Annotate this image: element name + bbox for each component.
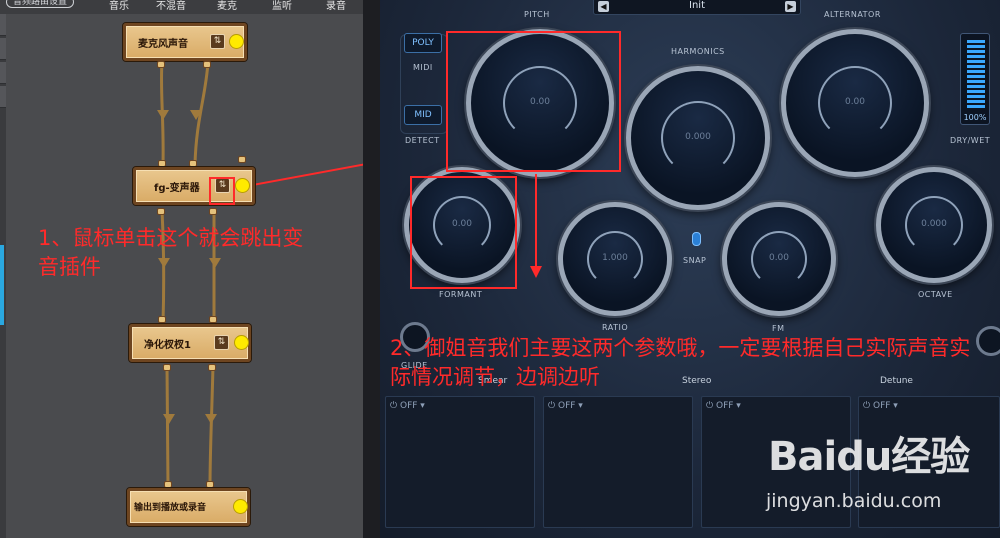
watermark-url: jingyan.baidu.com bbox=[766, 490, 942, 512]
node-label: 麦克风声音 bbox=[138, 39, 188, 50]
output-port[interactable] bbox=[208, 364, 216, 371]
highlight-box bbox=[209, 177, 235, 205]
node-label: fg-变声器 bbox=[154, 183, 200, 194]
node-status-dot[interactable] bbox=[229, 34, 244, 49]
input-port[interactable] bbox=[206, 481, 214, 488]
output-port[interactable] bbox=[157, 208, 165, 215]
baidu-watermark: Baidu经验 jingyan.baidu.com bbox=[746, 424, 992, 524]
output-port[interactable] bbox=[157, 61, 165, 68]
input-port[interactable] bbox=[238, 156, 246, 163]
input-port[interactable] bbox=[158, 316, 166, 323]
output-port[interactable] bbox=[203, 61, 211, 68]
node-label: 净化杈杈1 bbox=[144, 340, 191, 351]
annotation-text: 1、鼠标单击这个就会跳出变音插件 bbox=[38, 226, 304, 279]
node-label: 输出到播放或录音 bbox=[134, 503, 207, 513]
input-port[interactable] bbox=[189, 160, 197, 167]
panel-divider bbox=[363, 0, 380, 538]
node-output[interactable]: 输出到播放或录音 bbox=[127, 488, 250, 526]
routing-panel: 音频路由设置 音乐 不混音 麦克 监听 录音 麦克风声音 ⇅ fg-变声器 ⇅ … bbox=[0, 0, 363, 538]
node-purifier[interactable]: 净化杈杈1 ⇅ bbox=[129, 324, 251, 362]
output-port[interactable] bbox=[209, 208, 217, 215]
annotation-text: 2、御姐音我们主要这两个参数哦，一定要根据自己实际声音实际情况调节，边调边听 bbox=[390, 336, 971, 389]
input-port[interactable] bbox=[158, 160, 166, 167]
watermark-logo: Baidu经验 bbox=[768, 434, 970, 480]
mixer-icon[interactable]: ⇅ bbox=[210, 34, 225, 49]
output-port[interactable] bbox=[163, 364, 171, 371]
node-voice-changer[interactable]: fg-变声器 ⇅ bbox=[133, 167, 255, 205]
input-port[interactable] bbox=[164, 481, 172, 488]
input-port[interactable] bbox=[209, 316, 217, 323]
mixer-icon[interactable]: ⇅ bbox=[214, 335, 229, 350]
node-status-dot[interactable] bbox=[233, 499, 248, 514]
node-mic-input[interactable]: 麦克风声音 ⇅ bbox=[123, 23, 247, 61]
node-status-dot[interactable] bbox=[234, 335, 249, 350]
node-status-dot[interactable] bbox=[235, 178, 250, 193]
